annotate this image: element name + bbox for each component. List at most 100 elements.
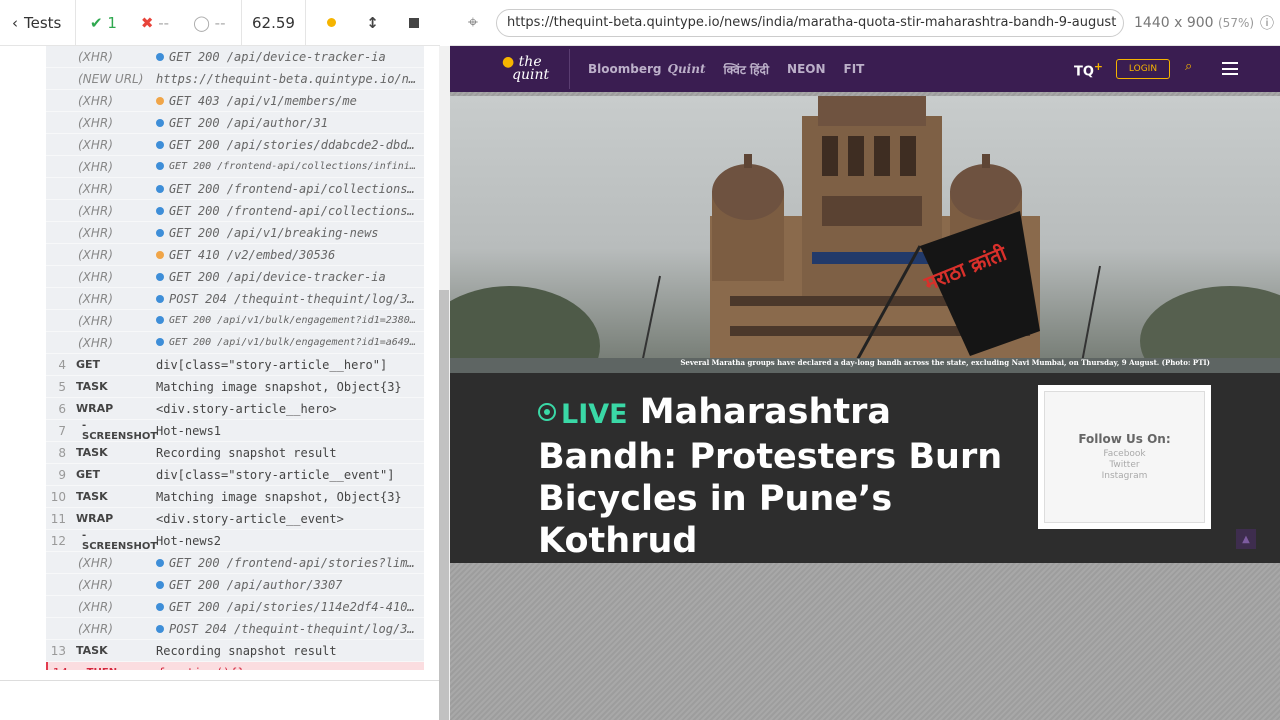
command-name: (XHR) — [78, 599, 113, 614]
follow-instagram-link[interactable]: Instagram — [1102, 471, 1148, 482]
command-log-row[interactable]: 11 WRAP <div.story-article__event> — [46, 508, 424, 530]
info-icon[interactable]: ⓘ — [1260, 13, 1274, 33]
command-name: GET — [76, 358, 101, 371]
site-navbar: ● the quint Bloomberg Quint क्विंट हिंदी… — [450, 46, 1280, 92]
command-log-row[interactable]: 4 GET div[class="story-article__hero"] — [46, 354, 424, 376]
xhr-log-row[interactable]: (XHR) GET 200 /api/device-tracker-ia — [46, 266, 424, 288]
status-dot-icon — [156, 229, 164, 237]
command-message: GET 200 /api/stories/114e2df4-410... — [156, 600, 424, 614]
story-hero-image: मराठा क्रांती Several Maratha groups hav… — [450, 96, 1280, 373]
login-button[interactable]: LOGIN — [1116, 59, 1170, 79]
stop-icon[interactable] — [408, 17, 419, 28]
circle-notch-icon: ◯ — [193, 13, 210, 32]
command-log-row[interactable]: 7 -SCREENSHOT Hot-news1 — [46, 420, 424, 442]
site-logo[interactable]: ● the quint — [450, 49, 570, 89]
command-log-row[interactable]: 9 GET div[class="story-article__event"] — [46, 464, 424, 486]
nav-quint[interactable]: Quint — [668, 62, 706, 76]
command-log-row[interactable]: 5 TASK Matching image snapshot, Object{3} — [46, 376, 424, 398]
command-name: (NEW URL) — [78, 71, 144, 86]
search-icon[interactable]: ⌕ — [1185, 59, 1192, 74]
command-name: TASK — [76, 490, 108, 503]
command-name: GET — [76, 468, 101, 481]
row-number: 4 — [58, 357, 66, 372]
command-name: (XHR) — [78, 93, 113, 108]
test-stats: ✔ 1 ✖ -- ◯ -- — [76, 0, 242, 46]
command-log-row[interactable]: 10 TASK Matching image snapshot, Object{3} — [46, 486, 424, 508]
status-dot-icon — [156, 185, 164, 193]
row-number: 10 — [50, 489, 66, 504]
command-message: Hot-news1 — [156, 423, 222, 438]
command-name: (XHR) — [78, 577, 113, 592]
xhr-log-row[interactable]: (NEW URL) https://thequint-beta.quintype.… — [46, 68, 424, 90]
selector-playground-icon[interactable]: ⌖ — [450, 12, 496, 33]
command-message: div[class="story-article__hero"] — [156, 357, 388, 372]
status-dot-icon — [156, 273, 164, 281]
row-number: 11 — [50, 511, 66, 526]
status-dot-icon — [156, 559, 164, 567]
xhr-log-row[interactable]: (XHR) GET 200 /api/stories/114e2df4-410..… — [46, 596, 424, 618]
pending-stat: ◯ -- — [193, 13, 226, 32]
command-log-row[interactable]: 8 TASK Recording snapshot result — [46, 442, 424, 464]
status-dot-icon — [156, 251, 164, 259]
status-dot-icon — [156, 141, 164, 149]
command-message: GET 200 /frontend-api/collections... — [156, 182, 424, 196]
xhr-log-row[interactable]: (XHR) GET 200 /api/author/3307 — [46, 574, 424, 596]
follow-twitter-link[interactable]: Twitter — [1109, 460, 1139, 471]
url-bar[interactable]: https://thequint-beta.quintype.io/news/i… — [496, 8, 1124, 37]
command-name: (XHR) — [78, 115, 113, 130]
xhr-log-row[interactable]: (XHR) GET 200 /api/v1/breaking-news — [46, 222, 424, 244]
xhr-log-row[interactable]: (XHR) GET 200 /api/author/31 — [46, 112, 424, 134]
command-log-row[interactable]: 12 -SCREENSHOT Hot-news2 — [46, 530, 424, 552]
xhr-log-row[interactable]: (XHR) GET 403 /api/v1/members/me — [46, 90, 424, 112]
command-message: Matching image snapshot, Object{3} — [156, 379, 402, 394]
status-dot-icon — [156, 53, 164, 61]
viewport-info: 1440 x 900 (57%) — [1124, 15, 1254, 31]
command-name: (XHR) — [78, 555, 113, 570]
tq-link[interactable]: TQ+ — [1074, 60, 1103, 79]
command-log-row[interactable]: 14-THENfunction(){} — [46, 662, 424, 670]
xhr-log-row[interactable]: (XHR) GET 200 /frontend-api/collections/i… — [46, 156, 424, 178]
live-indicator-icon — [538, 403, 556, 421]
xhr-log-row[interactable]: (XHR) GET 200 /api/v1/bulk/engagement?id1… — [46, 310, 424, 332]
command-name: (XHR) — [78, 225, 113, 240]
nav-hindi[interactable]: क्विंट हिंदी — [724, 61, 770, 78]
scrollbar-thumb[interactable] — [439, 290, 449, 720]
xhr-log-row[interactable]: (XHR) GET 200 /api/v1/bulk/engagement?id1… — [46, 332, 424, 354]
xhr-log-row[interactable]: (XHR) GET 200 /api/stories/ddabcde2-dbd..… — [46, 134, 424, 156]
status-dot-icon — [156, 581, 164, 589]
row-number: 12 — [50, 533, 66, 548]
command-message: GET 200 /api/device-tracker-ia — [156, 50, 424, 64]
status-dot-icon — [156, 295, 164, 303]
follow-facebook-link[interactable]: Facebook — [1103, 449, 1145, 460]
runner-controls: ↕ — [306, 0, 440, 46]
scroll-top-button[interactable]: ▲ — [1236, 529, 1256, 549]
xhr-log-row[interactable]: (XHR) POST 204 /thequint-thequint/log/3..… — [46, 618, 424, 640]
xhr-log-row[interactable]: (XHR) GET 200 /frontend-api/stories?lim..… — [46, 552, 424, 574]
xhr-log-row[interactable]: (XHR) GET 200 /frontend-api/collections..… — [46, 178, 424, 200]
command-message: function(){} — [158, 666, 424, 671]
command-message: GET 200 /frontend-api/collections... — [156, 204, 424, 218]
xhr-log-row[interactable]: (XHR) POST 204 /thequint-thequint/log/3..… — [46, 288, 424, 310]
tests-button[interactable]: ‹ Tests — [0, 0, 76, 46]
xhr-log-row[interactable]: (XHR) GET 200 /frontend-api/collections..… — [46, 200, 424, 222]
command-message: GET 200 /api/stories/ddabcde2-dbd... — [156, 138, 424, 152]
story-headline: LIVE Maharashtra Bandh: Protesters Burn … — [538, 391, 1008, 562]
failed-stat: ✖ -- — [140, 13, 170, 32]
nav-bloomberg[interactable]: Bloomberg — [588, 62, 662, 76]
menu-icon[interactable] — [1222, 62, 1238, 75]
status-dot-icon — [156, 97, 164, 105]
command-log-row[interactable]: 6 WRAP <div.story-article__hero> — [46, 398, 424, 420]
command-message: Matching image snapshot, Object{3} — [156, 489, 402, 504]
status-dot-icon — [156, 119, 164, 127]
command-name: WRAP — [76, 402, 114, 415]
auto-scroll-icon[interactable]: ↕ — [366, 14, 379, 32]
xhr-log-row[interactable]: (XHR) GET 200 /api/device-tracker-ia — [46, 46, 424, 68]
xhr-log-row[interactable]: (XHR) GET 410 /v2/embed/30536 — [46, 244, 424, 266]
nav-neon[interactable]: NEON — [787, 62, 825, 76]
command-message: POST 204 /thequint-thequint/log/3... — [156, 292, 424, 306]
cross-icon: ✖ — [140, 13, 154, 32]
nav-fit[interactable]: FIT — [844, 62, 865, 76]
command-message: https://thequint-beta.quintype.io/n... — [156, 71, 424, 86]
command-log-row[interactable]: 13 TASK Recording snapshot result — [46, 640, 424, 662]
command-name: (XHR) — [78, 203, 113, 218]
